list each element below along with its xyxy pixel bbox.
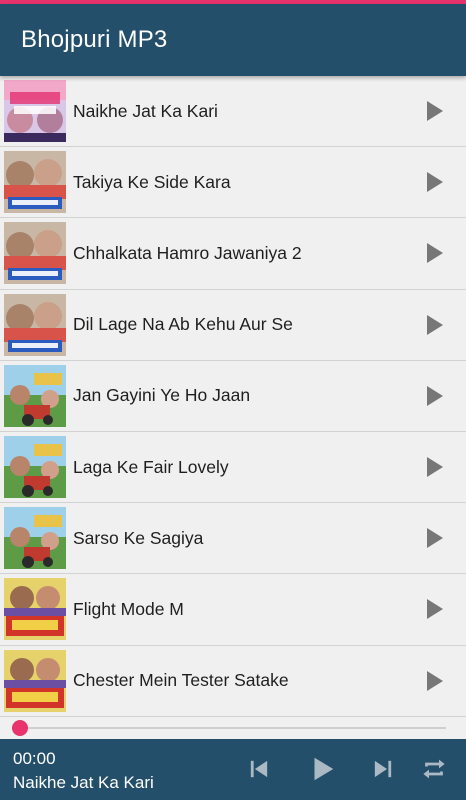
elapsed-time: 00:00 (13, 749, 56, 768)
play-icon (427, 457, 443, 478)
song-title: Dil Lage Na Ab Kehu Aur Se (73, 314, 293, 335)
play-icon (314, 757, 334, 781)
now-playing-title: Naikhe Jat Ka Kari (13, 773, 154, 792)
song-list-item[interactable]: Chester Mein Tester Satake (0, 645, 466, 717)
song-play-button[interactable] (414, 589, 454, 629)
song-list-item[interactable]: Dil Lage Na Ab Kehu Aur Se (0, 289, 466, 361)
play-icon (427, 172, 443, 193)
song-play-button[interactable] (414, 233, 454, 273)
song-list-item[interactable]: Jan Gayini Ye Ho Jaan (0, 360, 466, 432)
skip-previous-icon (250, 760, 268, 778)
album-art-thumbnail (4, 435, 66, 498)
song-title: Naikhe Jat Ka Kari (73, 100, 218, 121)
play-icon (427, 670, 443, 691)
skip-next-icon (374, 760, 392, 778)
song-play-button[interactable] (414, 162, 454, 202)
song-title: Takiya Ke Side Kara (73, 171, 231, 192)
album-art-thumbnail (4, 364, 66, 427)
player-bar: 00:00 Naikhe Jat Ka Kari (0, 739, 466, 800)
song-play-button[interactable] (414, 661, 454, 701)
seek-track[interactable] (20, 727, 446, 729)
play-button[interactable] (306, 753, 338, 785)
song-play-button[interactable] (414, 376, 454, 416)
next-button[interactable] (367, 753, 399, 785)
song-title: Sarso Ke Sagiya (73, 527, 204, 548)
play-icon (427, 101, 443, 122)
previous-button[interactable] (243, 753, 275, 785)
song-list-item[interactable]: Naikhe Jat Ka Kari (0, 76, 466, 148)
song-list-item[interactable]: Laga Ke Fair Lovely (0, 431, 466, 504)
play-icon (427, 528, 443, 549)
seek-thumb[interactable] (12, 720, 28, 736)
song-play-button[interactable] (414, 305, 454, 345)
song-list-item[interactable]: Flight Mode M (0, 574, 466, 646)
app-bar: Bhojpuri MP3 (0, 4, 466, 76)
play-icon (427, 599, 443, 620)
song-title: Laga Ke Fair Lovely (73, 456, 229, 477)
song-list[interactable]: Naikhe Jat Ka Kari Takiya Ke Side Kara Chh… (0, 76, 466, 717)
song-title: Chester Mein Tester Satake (73, 670, 289, 691)
album-art-thumbnail (4, 80, 66, 142)
album-art-thumbnail (4, 507, 66, 570)
song-play-button[interactable] (414, 518, 454, 558)
play-icon (427, 314, 443, 335)
album-art-thumbnail (4, 649, 66, 712)
song-title: Jan Gayini Ye Ho Jaan (73, 385, 251, 406)
play-icon (427, 243, 443, 264)
song-title: Flight Mode M (73, 598, 184, 619)
song-play-button[interactable] (414, 91, 454, 131)
song-list-item[interactable]: Sarso Ke Sagiya (0, 503, 466, 575)
album-art-thumbnail (4, 222, 66, 285)
song-title: Chhalkata Hamro Jawaniya 2 (73, 242, 302, 263)
seek-bar[interactable] (0, 717, 466, 739)
album-art-thumbnail (4, 151, 66, 214)
app-title: Bhojpuri MP3 (21, 26, 168, 53)
song-list-item[interactable]: Chhalkata Hamro Jawaniya 2 (0, 218, 466, 290)
song-play-button[interactable] (414, 447, 454, 487)
repeat-button[interactable] (418, 753, 450, 785)
album-art-thumbnail (4, 578, 66, 641)
album-art-thumbnail (4, 293, 66, 356)
play-icon (427, 385, 443, 406)
repeat-icon (423, 759, 445, 779)
song-list-item[interactable]: Takiya Ke Side Kara (0, 147, 466, 219)
